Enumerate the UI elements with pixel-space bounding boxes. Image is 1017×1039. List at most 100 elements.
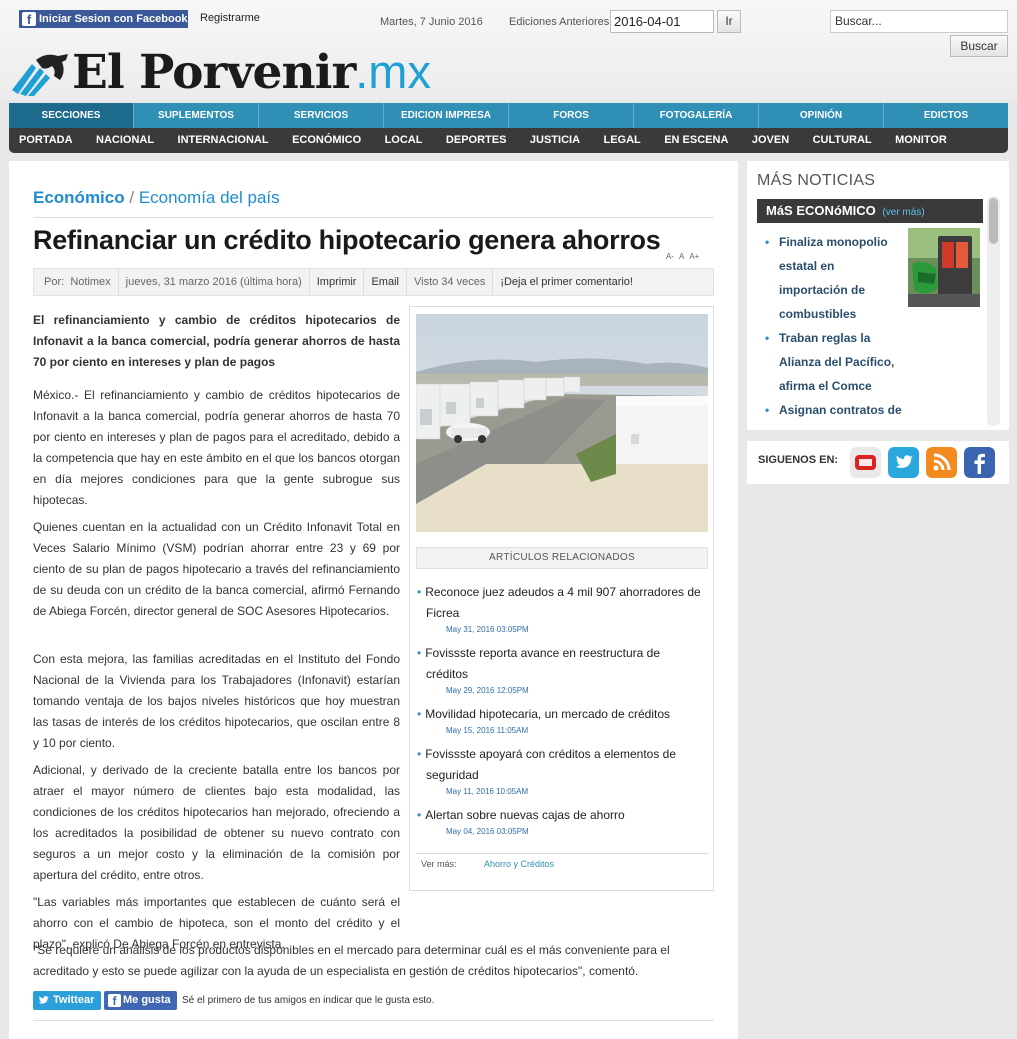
breadcrumb-subsection[interactable]: Economía del país <box>139 188 280 207</box>
nav-foros[interactable]: FOROS <box>509 103 634 128</box>
facebook-icon: f <box>108 994 121 1008</box>
nav-opinion[interactable]: OPINIÓN <box>759 103 884 128</box>
nav-suplementos[interactable]: SUPLEMENTOS <box>134 103 259 128</box>
subnav-nacional[interactable]: NACIONAL <box>96 128 154 153</box>
article-paragraph: Adicional, y derivado de la creciente ba… <box>33 763 400 882</box>
related-title[interactable]: Fovissste reporta avance en reestructura… <box>425 643 704 685</box>
subnav-joven[interactable]: JOVEN <box>752 128 789 153</box>
email-link[interactable]: Email <box>364 269 407 295</box>
facebook-icon[interactable] <box>964 447 995 478</box>
divider <box>33 217 714 218</box>
edition-date-input[interactable]: 2016-04-01 <box>610 10 714 33</box>
comment-link[interactable]: ¡Deja el primer comentario! <box>493 269 640 295</box>
by-label: Por: <box>44 276 65 288</box>
twitter-bird-icon <box>38 996 49 1004</box>
breadcrumb-section[interactable]: Económico <box>33 188 125 207</box>
meta-author: Por: Notimex <box>44 269 119 295</box>
like-label: Me gusta <box>123 994 171 1006</box>
section-nav: PORTADA NACIONAL INTERNACIONAL ECONÓMICO… <box>9 128 1008 153</box>
tweet-button[interactable]: Twittear <box>33 991 101 1010</box>
divider <box>416 853 708 854</box>
related-title[interactable]: Alertan sobre nuevas cajas de ahorro <box>425 805 704 826</box>
follow-label: SIGUENOS EN: <box>758 454 839 466</box>
article-photo <box>416 314 708 532</box>
like-button[interactable]: f Me gusta <box>104 991 177 1010</box>
search-button[interactable]: Buscar <box>950 35 1008 57</box>
related-item[interactable]: Fovissste reporta avance en reestructura… <box>425 643 704 697</box>
article-paragraph: Con esta mejora, las familias acreditada… <box>33 652 400 750</box>
related-item[interactable]: Fovissste apoyará con créditos a element… <box>425 744 704 798</box>
article-title: Refinanciar un crédito hipotecario gener… <box>33 225 661 255</box>
article-paragraph: "Se requiere un análisis de los producto… <box>33 943 670 978</box>
more-news-see-more-link[interactable]: (ver más) <box>882 207 924 218</box>
news-thumbnail[interactable] <box>908 228 980 307</box>
more-news-section-label: MáS ECONóMICO <box>766 203 876 218</box>
related-item[interactable]: Reconoce juez adeudos a 4 mil 907 ahorra… <box>425 582 704 636</box>
scroll-thumb[interactable] <box>989 198 998 244</box>
more-news-item[interactable]: Asignan contratos de <box>765 398 905 422</box>
font-decrease-button[interactable]: A- <box>666 252 674 261</box>
related-date: May 04, 2016 03:05PM <box>446 827 529 836</box>
related-date: May 11, 2016 10:05AM <box>446 787 529 796</box>
article-lead: El refinanciamiento y cambio de créditos… <box>33 313 400 369</box>
go-button[interactable]: Ir <box>717 10 741 33</box>
font-increase-button[interactable]: A+ <box>689 252 699 261</box>
related-articles-list: Reconoce juez adeudos a 4 mil 907 ahorra… <box>425 582 704 845</box>
article-paragraph: Quienes cuentan en la actualidad con un … <box>33 520 400 618</box>
related-title[interactable]: Fovissste apoyará con créditos a element… <box>425 744 704 786</box>
subnav-deportes[interactable]: DEPORTES <box>446 128 507 153</box>
editions-label: Ediciones Anteriores <box>509 16 610 28</box>
nav-secciones[interactable]: SECCIONES <box>9 103 134 128</box>
breadcrumb: Económico / Economía del país <box>33 188 280 208</box>
subnav-en-escena[interactable]: EN ESCENA <box>664 128 728 153</box>
subnav-portada[interactable]: PORTADA <box>19 128 73 153</box>
subnav-local[interactable]: LOCAL <box>385 128 423 153</box>
like-prompt: Sé el primero de tus amigos en indicar q… <box>182 995 435 1006</box>
subnav-legal[interactable]: LEGAL <box>603 128 640 153</box>
divider <box>33 1020 714 1021</box>
main-nav: SECCIONES SUPLEMENTOS SERVICIOS EDICION … <box>9 103 1008 128</box>
subnav-justicia[interactable]: JUSTICIA <box>530 128 580 153</box>
more-news-section-head: MáS ECONóMICO (ver más) <box>757 199 983 223</box>
rss-icon[interactable] <box>926 447 957 478</box>
facebook-login-button[interactable]: f Iniciar Sesion con Facebook <box>19 10 188 28</box>
subnav-internacional[interactable]: INTERNACIONAL <box>178 128 269 153</box>
meta-date: jueves, 31 marzo 2016 (última hora) <box>119 269 310 295</box>
more-news-item[interactable]: Traban reglas la Alianza del Pacífico, a… <box>765 326 905 398</box>
article-meta: Por: Notimex jueves, 31 marzo 2016 (últim… <box>33 268 714 296</box>
logo-main: El Porvenir <box>72 45 356 100</box>
subnav-economico[interactable]: ECONÓMICO <box>292 128 361 153</box>
related-date: May 15, 2016 11:05AM <box>446 726 529 735</box>
breadcrumb-separator: / <box>129 188 135 207</box>
related-title[interactable]: Reconoce juez adeudos a 4 mil 907 ahorra… <box>425 582 704 624</box>
youtube-icon[interactable] <box>850 447 881 478</box>
related-articles-heading: ARTÍCULOS RELACIONADOS <box>416 547 708 569</box>
subnav-monitor[interactable]: MONITOR <box>895 128 947 153</box>
print-link[interactable]: Imprimir <box>310 269 365 295</box>
view-count: Visto 34 veces <box>407 269 494 295</box>
related-title[interactable]: Movilidad hipotecaria, un mercado de cré… <box>425 704 704 725</box>
search-input[interactable]: Buscar... <box>830 10 1008 33</box>
nav-servicios[interactable]: SERVICIOS <box>259 103 384 128</box>
nav-edictos[interactable]: EDICTOS <box>884 103 1008 128</box>
related-item[interactable]: Movilidad hipotecaria, un mercado de cré… <box>425 704 704 737</box>
tweet-label: Twittear <box>53 994 95 1006</box>
register-link[interactable]: Registrarme <box>200 12 260 24</box>
twitter-icon[interactable] <box>888 447 919 478</box>
author-name: Notimex <box>70 276 111 288</box>
related-item[interactable]: Alertan sobre nuevas cajas de ahorro May… <box>425 805 704 838</box>
subnav-cultural[interactable]: CULTURAL <box>813 128 872 153</box>
nav-edicion-impresa[interactable]: EDICION IMPRESA <box>384 103 509 128</box>
font-size-controls: A- A A+ <box>666 252 704 261</box>
see-more-link[interactable]: Ahorro y Créditos <box>484 859 554 869</box>
nav-fotogaleria[interactable]: FOTOGALERÍA <box>634 103 759 128</box>
related-date: May 29, 2016 12:05PM <box>446 686 529 695</box>
logo-suffix: .mx <box>355 45 431 98</box>
facebook-icon: f <box>22 12 36 27</box>
site-logo[interactable]: El Porvenir.mx <box>72 44 431 100</box>
more-news-item[interactable]: Finaliza monopolio estatal en importació… <box>765 230 905 326</box>
related-date: May 31, 2016 03:05PM <box>446 625 529 634</box>
horse-logo-icon[interactable] <box>10 50 70 98</box>
more-news-list: Finaliza monopolio estatal en importació… <box>765 230 905 426</box>
font-reset-button[interactable]: A <box>679 252 684 261</box>
